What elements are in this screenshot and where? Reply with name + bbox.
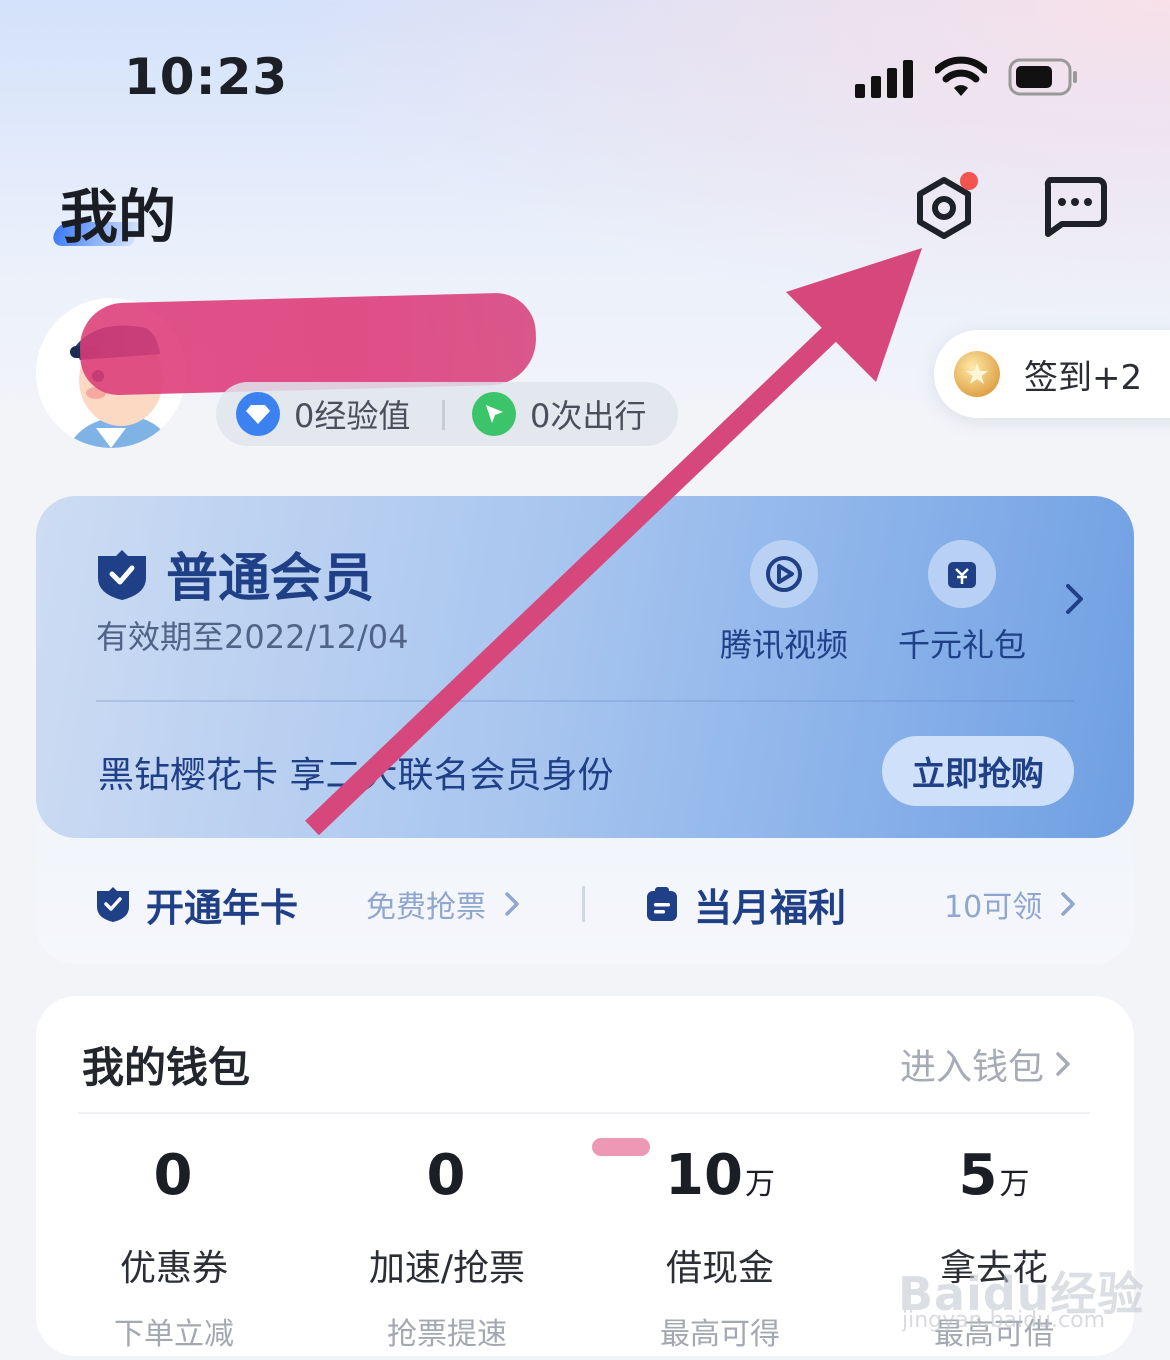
battery-icon xyxy=(1008,58,1077,96)
annual-card-label: 开通年卡 xyxy=(146,885,299,930)
settings-button[interactable] xyxy=(908,172,980,244)
value-unit: 万 xyxy=(744,1167,775,1202)
trips-label: 0次出行 xyxy=(530,397,647,435)
cellular-signal-icon xyxy=(855,58,915,98)
benefit-gift-pack[interactable]: 千元礼包 xyxy=(890,540,1034,666)
benefit-tencent-video[interactable]: 腾讯视频 xyxy=(712,540,856,666)
notification-dot xyxy=(960,172,978,190)
page-title: 我的 xyxy=(60,183,177,251)
chevron-right-icon xyxy=(1056,1052,1070,1076)
shield-check-icon xyxy=(97,887,129,922)
status-time: 10:23 xyxy=(124,48,289,106)
checkin-button[interactable]: 签到+2 xyxy=(934,330,1170,418)
annual-card-row[interactable]: 开通年卡 免费抢票 xyxy=(94,876,544,932)
monthly-benefit-row[interactable]: 当月福利 10可领 xyxy=(644,876,1094,932)
monthly-benefit-label: 当月福利 xyxy=(694,885,847,930)
member-card-divider xyxy=(96,700,1074,702)
value-number: 10 xyxy=(665,1143,743,1208)
member-expiry: 有效期至2022/12/04 xyxy=(96,618,409,656)
benefit-label: 腾讯视频 xyxy=(719,626,848,664)
page-title-wrap: 我的 xyxy=(50,170,200,251)
wallet-item-sub: 抢票提速 xyxy=(387,1317,507,1352)
watermark-url: jingyan.baidu.com xyxy=(902,1308,1106,1333)
messages-button[interactable] xyxy=(1040,176,1108,240)
clipboard-icon xyxy=(647,887,677,921)
chevron-right-icon[interactable] xyxy=(1060,582,1088,616)
benefit-label: 千元礼包 xyxy=(897,626,1026,664)
wallet-item-value: 5万 xyxy=(864,1140,1124,1221)
value-unit: 万 xyxy=(999,1167,1030,1202)
annual-card-link: 免费抢票 xyxy=(366,890,487,925)
sub-row-divider xyxy=(582,886,585,922)
wallet-item-label: 优惠券 xyxy=(119,1248,228,1289)
wallet-title: 我的钱包 xyxy=(82,1043,251,1092)
wallet-item-coupons[interactable]: 0 优惠券 下单立减 xyxy=(44,1140,304,1353)
wallet-item-cash-loan[interactable]: 10万 借现金 最高可得 xyxy=(590,1140,850,1353)
value-number: 0 xyxy=(153,1143,193,1208)
member-shield-icon xyxy=(98,550,146,600)
checkin-label: 签到+2 xyxy=(1024,357,1143,398)
diamond-icon xyxy=(236,392,280,436)
wallet-item-label: 借现金 xyxy=(665,1248,774,1289)
gift-pack-icon xyxy=(928,540,996,608)
profile-stats[interactable]: 0经验值 0次出行 xyxy=(216,382,678,446)
enter-wallet-label: 进入钱包 xyxy=(900,1047,1045,1088)
value-number: 0 xyxy=(426,1143,466,1208)
redacted-username xyxy=(78,292,538,396)
chevron-right-icon xyxy=(505,892,519,916)
experience-label: 0经验值 xyxy=(294,397,411,435)
trips-stat[interactable]: 0次出行 xyxy=(472,382,646,446)
message-bubble-icon xyxy=(1044,177,1107,237)
wallet-item-speedup[interactable]: 0 加速/抢票 抢票提速 xyxy=(317,1140,577,1353)
chevron-right-icon xyxy=(1061,892,1075,916)
wallet-item-sub: 最高可得 xyxy=(660,1317,780,1352)
wallet-item-sub: 下单立减 xyxy=(114,1317,234,1352)
stats-divider xyxy=(442,400,445,430)
wifi-icon xyxy=(935,56,987,96)
value-number: 5 xyxy=(958,1143,998,1208)
wallet-divider xyxy=(78,1112,1090,1114)
wallet-item-value: 0 xyxy=(317,1140,577,1221)
cursor-arrow-icon xyxy=(472,392,516,436)
enter-wallet-link[interactable]: 进入钱包 xyxy=(900,1038,1074,1090)
star-coin-icon xyxy=(954,351,1000,397)
promo-text: 黑钻樱花卡 享二大联名会员身份 xyxy=(98,755,614,796)
member-level: 普通会员 xyxy=(166,549,375,609)
wallet-item-value: 0 xyxy=(44,1140,304,1221)
buy-now-button[interactable]: 立即抢购 xyxy=(882,736,1074,806)
monthly-benefit-link: 10可领 xyxy=(944,890,1043,925)
tencent-video-icon xyxy=(750,540,818,608)
experience-stat[interactable]: 0经验值 xyxy=(236,382,410,446)
redaction-mark xyxy=(592,1138,650,1156)
wallet-item-label: 加速/抢票 xyxy=(368,1248,526,1289)
